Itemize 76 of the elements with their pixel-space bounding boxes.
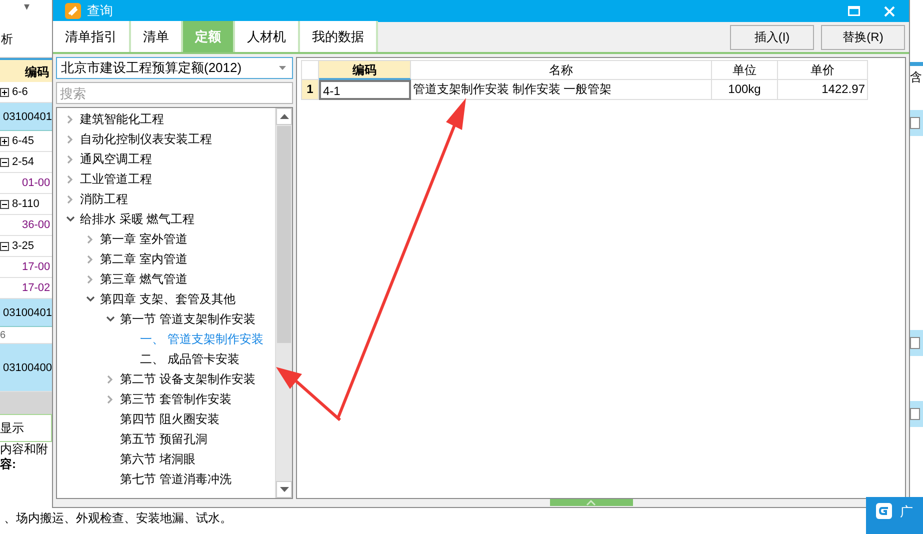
library-dropdown[interactable]: 北京市建设工程预算定额(2012) — [56, 57, 293, 79]
tab[interactable]: 人材机 — [235, 21, 300, 52]
tree-item[interactable]: 消防工程 — [80, 190, 128, 208]
tree-item[interactable]: 第五节 预留孔洞 — [120, 430, 208, 448]
search-field[interactable]: 搜索 — [56, 82, 293, 104]
notification-text: 广 — [900, 503, 913, 521]
tree-item[interactable]: 第二章 室内管道 — [100, 250, 188, 268]
splitter-handle[interactable] — [550, 499, 632, 506]
section-label: 内容和附 — [0, 442, 49, 457]
collapse-icon[interactable] — [0, 158, 9, 166]
column-header[interactable]: 单位 — [712, 60, 778, 80]
table-cell: 6 — [0, 330, 6, 340]
table-cell: 17-00 — [22, 261, 50, 273]
tab[interactable]: 清单指引 — [53, 21, 131, 52]
dropdown-caret[interactable]: ▾ — [0, 0, 52, 22]
scroll-up-icon[interactable] — [280, 114, 288, 119]
table-cell[interactable]: 100kg — [712, 80, 778, 100]
row-number: 1 — [301, 80, 319, 100]
toolbar-label[interactable]: 析 — [1, 31, 13, 48]
caret-icon — [279, 66, 286, 70]
table-cell[interactable]: 4-1 — [319, 80, 411, 100]
tree-item[interactable]: 第二节 设备支架制作安装 — [120, 370, 256, 388]
window-title: 查询 — [87, 2, 113, 20]
tree-item[interactable]: 第一节 管道支架制作安装 — [120, 310, 256, 328]
tree-item[interactable]: 建筑智能化工程 — [80, 110, 164, 128]
tree-item[interactable]: 第六节 堵洞眼 — [120, 450, 196, 468]
column-header[interactable]: 单价 — [778, 60, 868, 80]
table-cell: 3-25 — [12, 240, 34, 252]
tree-item[interactable]: 第三章 燃气管道 — [100, 270, 188, 288]
scrollbar[interactable] — [275, 108, 292, 498]
scroll-down-icon[interactable] — [280, 487, 288, 492]
tree-item[interactable]: 第一章 室外管道 — [100, 230, 188, 248]
table-cell: 01-00 — [22, 177, 50, 189]
collapse-icon[interactable] — [0, 200, 9, 208]
tree-item[interactable]: 二、 成品管卡安装 — [140, 350, 240, 368]
checkbox[interactable] — [910, 408, 920, 420]
tree-item[interactable]: 第三节 套管制作安装 — [120, 390, 232, 408]
tree-item[interactable]: 自动化控制仪表安装工程 — [80, 130, 212, 148]
collapse-icon[interactable] — [0, 242, 9, 250]
tree-item[interactable]: 工业管道工程 — [80, 170, 152, 188]
notification-bar[interactable]: 广 — [866, 497, 923, 534]
expand-icon[interactable] — [0, 88, 9, 96]
tree-item[interactable]: 给排水 采暖 燃气工程 — [80, 210, 195, 228]
table-cell: 6-6 — [12, 86, 28, 98]
action-button[interactable]: 替换(R) — [821, 24, 905, 50]
tab[interactable]: 清单 — [131, 21, 183, 52]
maximize-icon[interactable] — [848, 6, 860, 16]
content-label: 容: — [0, 457, 17, 472]
expand-icon[interactable] — [0, 136, 9, 146]
app-logo-icon — [65, 3, 81, 19]
content-text: 、场内搬运、外观检查、安装地漏、试水。 — [4, 511, 232, 525]
column-header[interactable]: 编码 — [319, 60, 411, 80]
checkbox[interactable] — [910, 337, 920, 349]
table-row[interactable]: 03100401 — [0, 103, 52, 131]
action-button[interactable]: 插入(I) — [730, 24, 814, 50]
checkbox[interactable] — [910, 117, 920, 129]
tree-item[interactable]: 一、 管道支架制作安装 — [140, 330, 264, 348]
tree-item[interactable]: 第四章 支架、套管及其他 — [100, 290, 236, 308]
close-icon[interactable] — [884, 6, 895, 16]
tree-item[interactable]: 通风空调工程 — [80, 150, 152, 168]
tree-item[interactable]: 第七节 管道消毒冲洗 — [120, 470, 232, 488]
tab[interactable]: 我的数据 — [300, 21, 378, 52]
column-header[interactable]: 名称 — [411, 60, 712, 80]
logo-icon — [876, 503, 892, 519]
table-row[interactable]: 03100401 — [0, 299, 52, 327]
corner-cell — [301, 60, 319, 80]
column-header: 编码 — [0, 58, 52, 82]
table-cell: 36-00 — [22, 219, 50, 231]
table-cell[interactable]: 管道支架制作安装 制作安装 一般管架 — [411, 80, 712, 100]
table-cell: 17-02 — [22, 282, 50, 294]
table-cell: 6-45 — [12, 135, 34, 147]
empty-row — [0, 392, 52, 414]
table-cell: 2-54 — [12, 156, 34, 168]
tree-item[interactable]: 第四节 阻火圈安装 — [120, 410, 220, 428]
table-cell[interactable]: 1422.97 — [778, 80, 868, 100]
table-cell: 8-110 — [12, 198, 40, 210]
